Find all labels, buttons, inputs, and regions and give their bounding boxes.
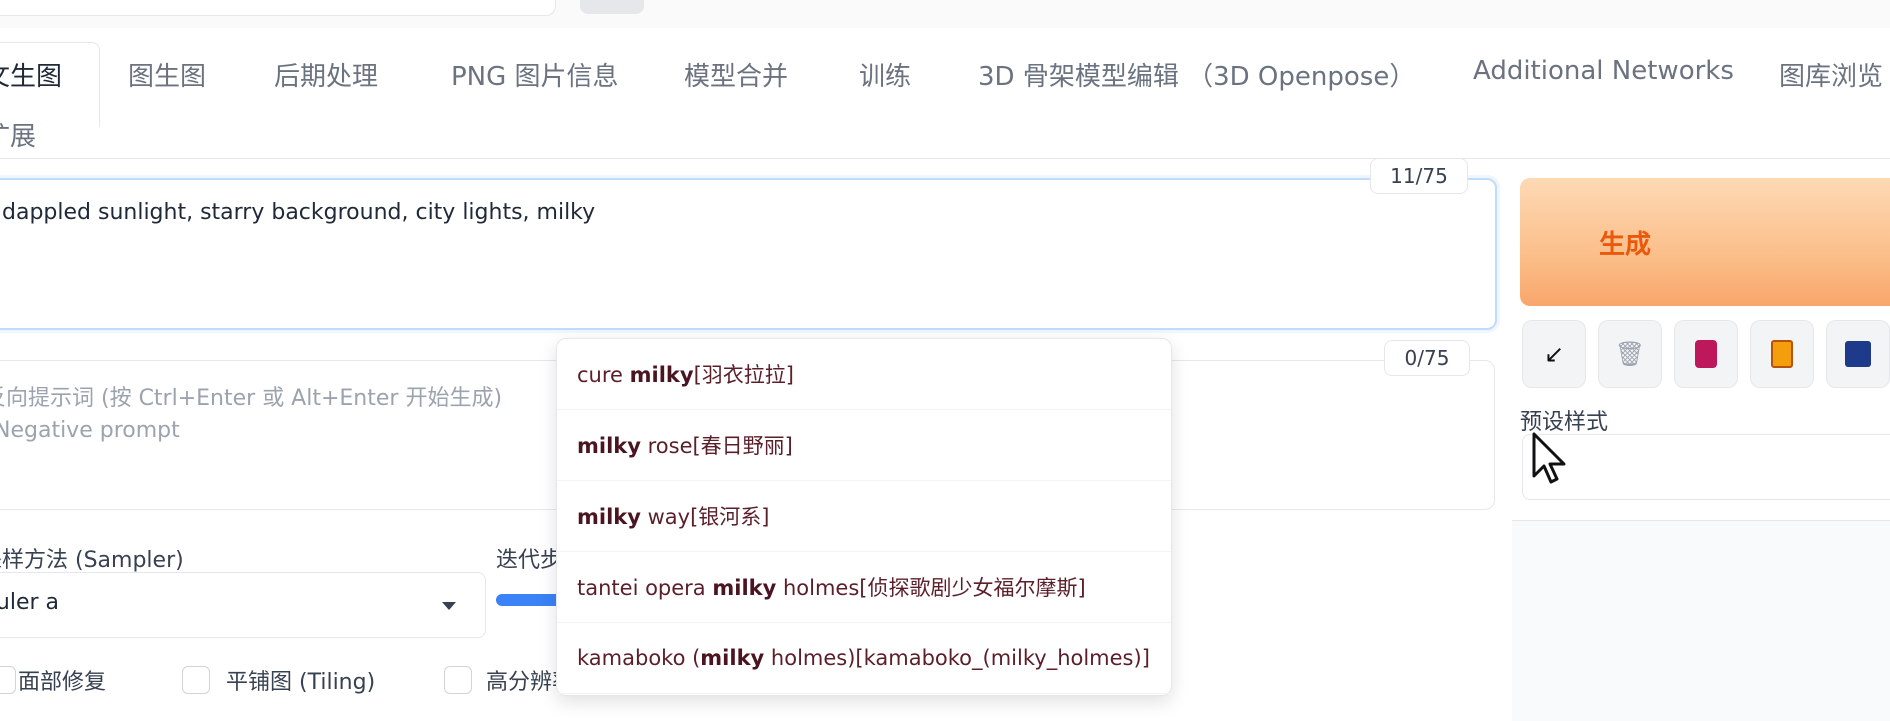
autocomplete-item-text: kamaboko (milky holmes)[kamaboko_(milky_… (557, 646, 1150, 670)
autocomplete-suffix: way[银河系] (640, 505, 770, 529)
trash-icon: 🗑 (1614, 340, 1646, 368)
tab-extensions[interactable]: 扩展 (0, 116, 36, 153)
card-icon (1695, 340, 1717, 368)
autocomplete-prefix: tantei opera (577, 576, 713, 600)
face-restore-label: 面部修复 (18, 670, 107, 695)
negative-placeholder-line1: 反向提示词 (按 Ctrl+Enter 或 Alt+Enter 开始生成) (0, 386, 503, 411)
tab-additional-networks[interactable]: Additional Networks (1473, 56, 1734, 86)
chevron-down-icon (442, 602, 456, 610)
tab-img2img[interactable]: 图生图 (128, 56, 206, 93)
autocomplete-match: milky (577, 434, 641, 458)
save-icon (1845, 341, 1871, 367)
refresh-button[interactable] (580, 0, 644, 14)
tab-train[interactable]: 训练 (859, 56, 911, 93)
styles-dropdown[interactable] (1522, 434, 1890, 500)
mouse-cursor-icon (1532, 432, 1566, 484)
tab-gallery[interactable]: 图库浏览 (1779, 56, 1883, 93)
right-panel-bg (1512, 520, 1890, 721)
tab-txt2img[interactable]: 文生图 (0, 56, 62, 93)
tab-extras[interactable]: 后期处理 (274, 56, 378, 93)
autocomplete-dropdown: cure milky[羽衣拉拉] milky rose[春日野丽] milky wa… (556, 338, 1172, 696)
autocomplete-match: milky (700, 646, 765, 670)
autocomplete-match: milky (712, 576, 777, 600)
autocomplete-item[interactable]: milky rose[春日野丽] (557, 410, 1171, 481)
autocomplete-prefix: cure (577, 363, 630, 387)
autocomplete-item-text: cure milky[羽衣拉拉] (557, 359, 794, 389)
autocomplete-suffix: [羽衣拉拉] (693, 363, 794, 387)
autocomplete-item[interactable]: tantei opera milky holmes[侦探歌剧少女福尔摩斯] (557, 552, 1171, 623)
autocomplete-match: milky (577, 505, 641, 529)
model-select[interactable] (0, 0, 556, 16)
autocomplete-item-text: milky way[银河系] (557, 501, 769, 531)
sampler-select[interactable] (0, 572, 486, 638)
save-style-button[interactable] (1826, 320, 1890, 388)
autocomplete-suffix: holmes)[kamaboko_(milky_holmes)] (764, 646, 1150, 670)
autocomplete-item-text: tantei opera milky holmes[侦探歌剧少女福尔摩斯] (557, 572, 1086, 602)
generate-label: 生成 (1598, 229, 1651, 260)
arrow-in-icon: ↙ (1543, 340, 1565, 368)
tab-divider (0, 158, 1890, 159)
autocomplete-match: milky (629, 363, 694, 387)
extra-networks-button[interactable] (1674, 320, 1738, 388)
autocomplete-suffix: rose[春日野丽] (640, 434, 793, 458)
hires-fix-checkbox[interactable] (444, 666, 472, 694)
autocomplete-item-text: milky rose[春日野丽] (557, 430, 793, 460)
apply-style-button[interactable] (1750, 320, 1814, 388)
autocomplete-item[interactable]: kamaboko (milky holmes)[kamaboko_(milky_… (557, 623, 1171, 694)
clear-prompt-button[interactable]: 🗑 (1598, 320, 1662, 388)
autocomplete-prefix: kamaboko ( (577, 646, 701, 670)
sampler-value: Euler a (0, 590, 60, 615)
tiling-checkbox[interactable] (182, 666, 210, 694)
tab-png-info[interactable]: PNG 图片信息 (451, 56, 619, 93)
prompt-token-counter: 11/75 (1370, 158, 1468, 194)
autocomplete-item[interactable]: cure milky[羽衣拉拉] (557, 339, 1171, 410)
prompt-text: dappled sunlight, starry background, cit… (2, 200, 596, 225)
generate-button[interactable]: 生成 (1520, 178, 1890, 306)
read-params-button[interactable]: ↙ (1522, 320, 1586, 388)
tiling-label: 平铺图 (Tiling) (226, 670, 376, 695)
autocomplete-item[interactable]: milky way[银河系] (557, 481, 1171, 552)
autocomplete-suffix: holmes[侦探歌剧少女福尔摩斯] (776, 576, 1086, 600)
tab-openpose[interactable]: 3D 骨架模型编辑 （3D Openpose） (978, 56, 1415, 93)
sampler-label: 采样方法 (Sampler) (0, 548, 184, 573)
clipboard-icon (1771, 340, 1793, 368)
negative-placeholder-line2: Negative prompt (0, 418, 180, 443)
negative-token-counter: 0/75 (1384, 340, 1470, 376)
face-restore-checkbox[interactable] (0, 666, 16, 694)
tab-merge[interactable]: 模型合并 (684, 56, 788, 93)
